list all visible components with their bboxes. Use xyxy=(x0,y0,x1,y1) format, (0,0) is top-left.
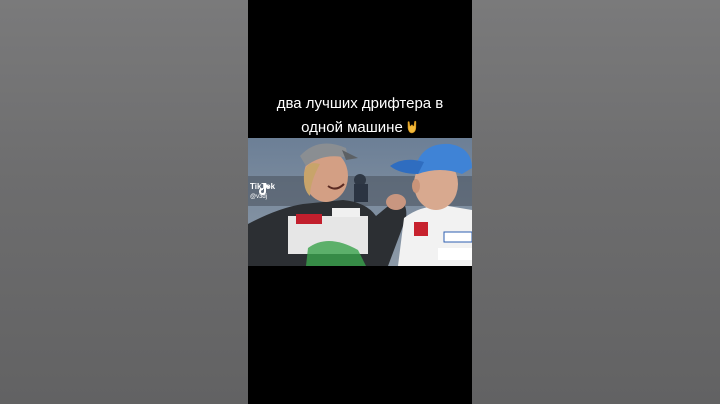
tiktok-logo-icon xyxy=(259,183,269,195)
caption-text: два лучших дрифтера в одной машине xyxy=(248,92,472,140)
video-player[interactable]: два лучших дрифтера в одной машине TikTo… xyxy=(248,0,472,404)
video-frame: TikTok @v3dj xyxy=(248,138,472,266)
video-scene xyxy=(248,138,472,266)
caption-line-1: два лучших дрифтера в xyxy=(276,95,444,112)
horns-hand-icon xyxy=(407,120,417,134)
caption-line-2: одной машине xyxy=(301,119,403,136)
blurred-background-right xyxy=(472,0,720,404)
caption-line-2-wrap: одной машине xyxy=(248,116,472,140)
tiktok-watermark: TikTok @v3dj xyxy=(250,182,275,202)
blurred-background-left xyxy=(0,0,248,404)
